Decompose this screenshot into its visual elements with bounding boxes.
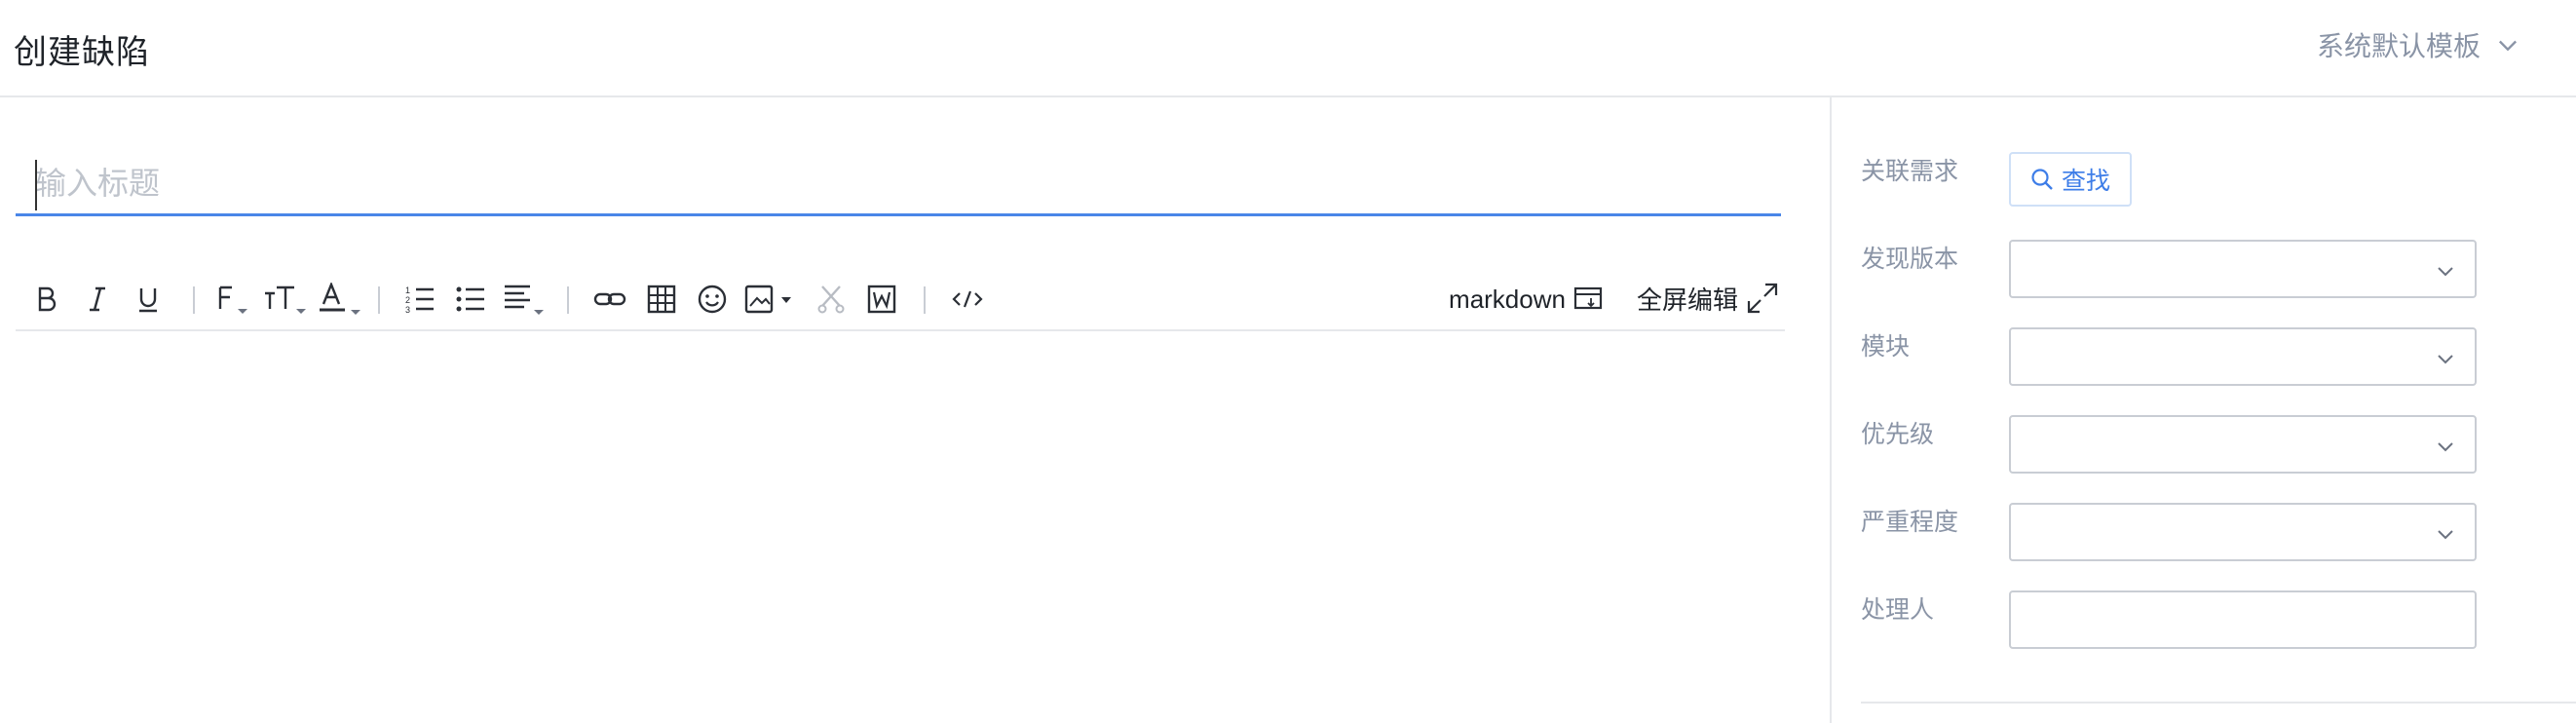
priority-label: 优先级	[1861, 421, 1935, 448]
underline-button[interactable]	[134, 281, 162, 318]
found-version-select[interactable]	[2009, 240, 2477, 298]
severity-label: 严重程度	[1861, 509, 1959, 536]
properties-sidebar: 关联需求 查找 发现版本 模块 优先级 严重程度 处理人	[1830, 97, 2576, 723]
found-version-label: 发现版本	[1861, 246, 1959, 273]
search-icon	[2031, 169, 2053, 190]
font-color-button[interactable]	[318, 281, 364, 318]
word-import-button[interactable]	[865, 281, 898, 318]
svg-text:3: 3	[405, 305, 410, 314]
svg-text:2: 2	[405, 295, 410, 305]
markdown-label: markdown	[1449, 284, 1566, 314]
emoji-button[interactable]	[696, 281, 729, 318]
priority-select[interactable]	[2009, 415, 2477, 474]
code-button[interactable]	[949, 281, 986, 318]
expand-icon	[1747, 283, 1778, 314]
emoji-icon	[698, 285, 727, 314]
toolbar-separator	[567, 286, 569, 314]
image-icon	[744, 285, 791, 314]
ordered-list-button[interactable]: 123	[403, 281, 436, 318]
toolbar-separator	[924, 286, 926, 314]
chevron-down-icon	[2438, 355, 2453, 364]
chevron-down-icon	[2438, 267, 2453, 277]
markdown-toggle-button[interactable]: markdown	[1448, 281, 1604, 318]
find-button-label: 查找	[2061, 168, 2110, 195]
module-label: 模块	[1861, 333, 1911, 361]
table-button[interactable]	[645, 281, 678, 318]
font-family-button[interactable]	[214, 281, 253, 318]
italic-icon	[90, 286, 105, 312]
find-requirement-button[interactable]: 查找	[2009, 152, 2132, 207]
svg-text:1: 1	[405, 285, 410, 295]
unordered-list-button[interactable]	[454, 281, 487, 318]
font-family-icon	[218, 285, 247, 314]
image-button[interactable]	[744, 281, 799, 318]
chevron-down-icon	[2438, 530, 2453, 540]
page-header: 创建缺陷 系统默认模板	[0, 0, 2576, 97]
ordered-list-icon: 123	[405, 285, 434, 314]
align-button[interactable]	[503, 281, 549, 318]
template-select[interactable]: 系统默认模板	[2317, 25, 2521, 64]
editor-area: 123	[0, 97, 1830, 723]
toolbar-separator	[193, 286, 195, 314]
link-icon	[593, 292, 626, 306]
text-caret	[35, 160, 37, 210]
sidebar-divider	[1861, 702, 2576, 704]
bold-icon	[38, 286, 57, 312]
related-requirement-label: 关联需求	[1861, 158, 1959, 185]
page-title: 创建缺陷	[14, 34, 150, 71]
title-input[interactable]	[16, 156, 1781, 210]
clear-format-button[interactable]	[814, 281, 848, 318]
clear-format-icon	[817, 285, 845, 314]
fullscreen-label: 全屏编辑	[1636, 285, 1738, 315]
chevron-down-icon	[2438, 442, 2453, 452]
align-icon	[505, 285, 544, 315]
markdown-icon	[1573, 286, 1603, 310]
chevron-down-icon	[2499, 40, 2517, 52]
font-size-button[interactable]	[263, 281, 310, 318]
unordered-list-icon	[456, 286, 484, 312]
toolbar-separator	[378, 286, 380, 314]
module-select[interactable]	[2009, 327, 2477, 386]
underline-icon	[139, 288, 157, 313]
severity-select[interactable]	[2009, 503, 2477, 561]
fullscreen-edit-button[interactable]: 全屏编辑	[1631, 271, 1785, 325]
code-icon	[952, 290, 983, 308]
assignee-input[interactable]	[2009, 590, 2477, 649]
word-import-icon	[867, 285, 896, 314]
title-input-wrapper	[16, 156, 1781, 216]
template-select-label: 系统默认模板	[2316, 31, 2481, 61]
bold-button[interactable]	[33, 281, 60, 318]
link-button[interactable]	[592, 281, 627, 318]
italic-button[interactable]	[84, 281, 111, 318]
editor-content-area[interactable]	[16, 333, 1785, 723]
assignee-label: 处理人	[1861, 596, 1935, 624]
font-color-icon	[320, 283, 360, 315]
font-size-icon	[265, 285, 306, 314]
table-icon	[647, 285, 676, 314]
editor-toolbar: 123 markdown 全屏编辑	[16, 271, 1785, 331]
